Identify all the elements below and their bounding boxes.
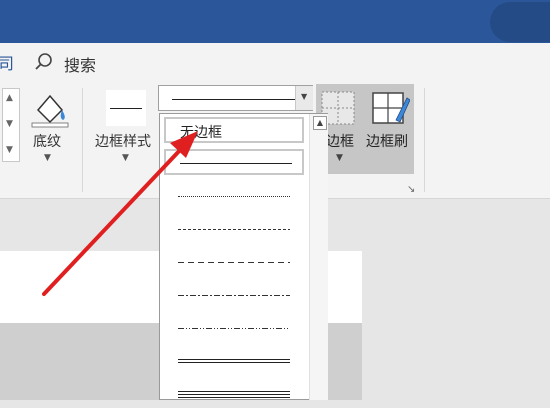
shading-button[interactable]: 底纹	[33, 131, 61, 151]
paint-bucket-icon[interactable]	[30, 90, 70, 128]
dashed-fine-line	[178, 229, 290, 230]
chevron-down-icon[interactable]: ▼	[122, 153, 129, 163]
dropdown-item-double[interactable]	[164, 348, 304, 374]
border-painter-button[interactable]: 边框刷	[366, 131, 408, 151]
dropdown-item-dotted-fine[interactable]	[164, 184, 304, 210]
dropdown-item-dashed-fine[interactable]	[164, 217, 304, 243]
border-style-icon[interactable]	[106, 90, 146, 126]
dotted-line	[178, 196, 290, 197]
account-area[interactable]	[490, 2, 550, 42]
dropdown-item-label: 无边框	[180, 125, 222, 141]
combo-dropdown-button[interactable]: ▼	[295, 86, 313, 110]
scroll-up-icon[interactable]: ▲	[313, 116, 327, 130]
tab-partial[interactable]: 司	[0, 50, 14, 74]
chevron-down-icon[interactable]: ▼	[44, 153, 51, 163]
dropdown-item-dash-dot[interactable]	[164, 283, 304, 309]
dropdown-item-dashed[interactable]	[164, 250, 304, 276]
double-line	[178, 359, 290, 363]
triple-line	[178, 391, 290, 398]
dash-dot-dot-line	[178, 328, 290, 329]
borders-button[interactable]: 边框	[326, 131, 354, 151]
line-style-combo[interactable]	[158, 85, 313, 111]
solid-line	[180, 163, 292, 164]
chevron-up-icon[interactable]: ▲	[6, 93, 13, 103]
dropdown-item-triple[interactable]	[164, 382, 304, 408]
border-painter-icon[interactable]	[370, 90, 410, 128]
dropdown-item-no-border[interactable]: 无边框	[164, 117, 304, 143]
dialog-launcher-icon[interactable]: ↘	[407, 184, 415, 195]
style-gallery-scroll[interactable]: ▲ ▼ ▼	[2, 88, 20, 162]
chevron-down-icon[interactable]: ▼	[6, 119, 13, 129]
more-icon[interactable]: ▼	[6, 145, 13, 155]
dashed-line	[178, 262, 290, 263]
dropdown-item-solid[interactable]	[164, 149, 304, 175]
dropdown-scrollbar[interactable]: ▲	[309, 114, 328, 400]
ribbon-separator	[424, 88, 425, 192]
search-label[interactable]: 搜索	[64, 52, 96, 76]
border-style-button[interactable]: 边框样式	[95, 131, 151, 151]
ribbon-separator	[82, 88, 83, 192]
dash-dot-line	[178, 295, 290, 296]
search-icon[interactable]	[34, 52, 54, 72]
dropdown-item-dash-dot-dot[interactable]	[164, 316, 304, 342]
chevron-down-icon: ▼	[301, 92, 308, 101]
title-bar	[0, 0, 550, 43]
chevron-down-icon[interactable]: ▼	[336, 153, 343, 163]
